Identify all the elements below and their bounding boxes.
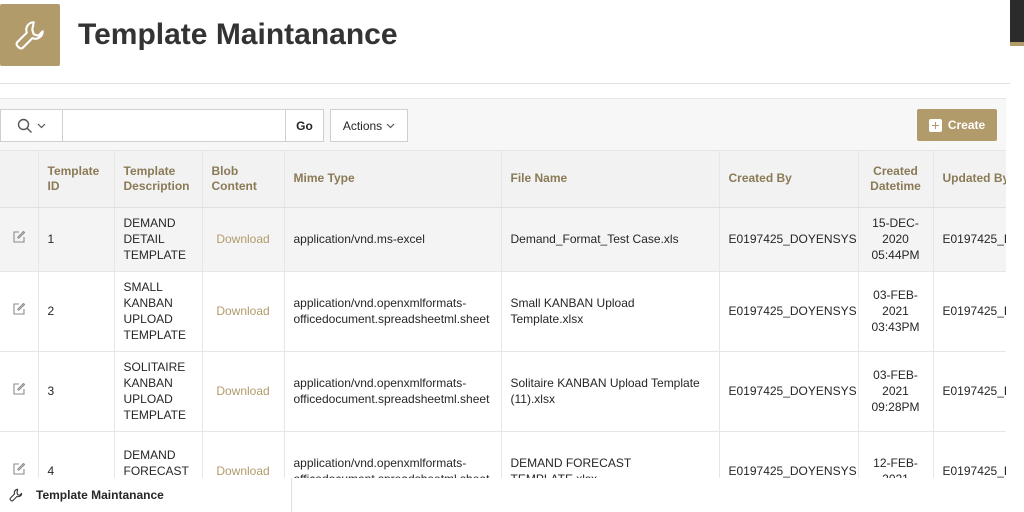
edit-link[interactable] — [0, 431, 39, 478]
download-link[interactable]: Download — [202, 431, 285, 478]
cell-file-name: DEMAND FORECAST TEMPLATE.xlsx — [501, 431, 720, 478]
cell-mime-type: application/vnd.ms-excel — [284, 207, 502, 272]
download-link[interactable]: Download — [202, 351, 285, 432]
cell-mime-type: application/vnd.openxmlformats-officedoc… — [284, 431, 502, 478]
cell-file-name: Small KANBAN Upload Template.xlsx — [501, 271, 720, 352]
search-icon — [17, 118, 32, 133]
column-header-created-datetime[interactable]: Created Datetime — [858, 151, 934, 208]
cell-updated-by: E0197425_DOYENSYS — [933, 351, 1006, 432]
cell-created-by: E0197425_DOYENSYS — [719, 351, 859, 432]
cell-created-by: E0197425_DOYENSYS — [719, 431, 859, 478]
column-header-file-name[interactable]: File Name — [501, 151, 720, 208]
plus-icon — [928, 118, 942, 132]
search-bar — [0, 109, 286, 142]
cell-template-description: DEMAND FORECAST TEMPLATE — [114, 431, 203, 478]
download-link[interactable]: Download — [202, 207, 285, 272]
edit-link[interactable] — [0, 271, 39, 352]
page-title: Template Maintanance — [78, 18, 398, 51]
edit-link[interactable] — [0, 351, 39, 432]
cell-template-id: 2 — [38, 271, 115, 352]
column-header-template-description[interactable]: Template Description — [114, 151, 203, 208]
table-row: 2 SMALL KANBAN UPLOAD TEMPLATE Download … — [0, 271, 1006, 352]
column-header-mime-type[interactable]: Mime Type — [284, 151, 502, 208]
cell-created-by: E0197425_DOYENSYS — [719, 271, 859, 352]
cell-updated-by: E0197425_DOYENSYS — [933, 207, 1006, 272]
edit-link[interactable] — [0, 207, 39, 272]
search-input[interactable] — [63, 110, 285, 141]
cell-template-description: DEMAND DETAIL TEMPLATE — [114, 207, 203, 272]
cell-template-description: SOLITAIRE KANBAN UPLOAD TEMPLATE — [114, 351, 203, 432]
search-column-menu[interactable] — [1, 110, 63, 141]
table-header-row: Template ID Template Description Blob Co… — [0, 151, 1006, 208]
report-table: Template ID Template Description Blob Co… — [0, 151, 1006, 478]
corner-badge — [1010, 0, 1024, 46]
column-header-blob-content[interactable]: Blob Content — [202, 151, 285, 208]
report-toolbar: Go Actions Create — [0, 99, 1006, 151]
column-header-created-by[interactable]: Created By — [719, 151, 859, 208]
cell-template-id: 4 — [38, 431, 115, 478]
create-button[interactable]: Create — [917, 109, 997, 141]
table-row: 4 DEMAND FORECAST TEMPLATE Download appl… — [0, 431, 1006, 478]
footer-bar: Template Maintanance — [0, 478, 1024, 512]
edit-icon — [13, 382, 26, 395]
cell-created-datetime: 12-FEB-2021 — [858, 431, 934, 478]
column-header-template-id[interactable]: Template ID — [38, 151, 115, 208]
cell-file-name: Solitaire KANBAN Upload Template (11).xl… — [501, 351, 720, 432]
chevron-down-icon — [386, 123, 395, 128]
edit-icon — [13, 302, 26, 315]
create-label: Create — [947, 118, 986, 132]
cell-created-datetime: 15-DEC-2020 05:44PM — [858, 207, 934, 272]
page-header: Template Maintanance — [0, 0, 1010, 84]
column-header-updated-by[interactable]: Updated By — [933, 151, 1006, 208]
cell-updated-by: E0197425_DOYENSYS — [933, 271, 1006, 352]
cell-created-by: E0197425_DOYENSYS — [719, 207, 859, 272]
cell-template-id: 3 — [38, 351, 115, 432]
wrench-icon — [0, 4, 60, 66]
cell-created-datetime: 03-FEB-2021 03:43PM — [858, 271, 934, 352]
edit-icon — [13, 230, 26, 243]
edit-icon — [13, 462, 26, 475]
cell-file-name: Demand_Format_Test Case.xls — [501, 207, 720, 272]
footer-nav-label: Template Maintanance — [36, 488, 164, 502]
footer-nav-item[interactable]: Template Maintanance — [0, 478, 292, 512]
table-row: 1 DEMAND DETAIL TEMPLATE Download applic… — [0, 207, 1006, 272]
report-region: Go Actions Create Template ID Template D… — [0, 98, 1006, 478]
cell-template-description: SMALL KANBAN UPLOAD TEMPLATE — [114, 271, 203, 352]
chevron-down-icon — [37, 123, 46, 128]
column-header-edit — [0, 151, 39, 208]
cell-mime-type: application/vnd.openxmlformats-officedoc… — [284, 351, 502, 432]
go-button[interactable]: Go — [286, 109, 324, 142]
cell-template-id: 1 — [38, 207, 115, 272]
cell-mime-type: application/vnd.openxmlformats-officedoc… — [284, 271, 502, 352]
cell-updated-by: E0197425_DOYENSYS — [933, 431, 1006, 478]
wrench-icon — [9, 488, 23, 502]
actions-menu-button[interactable]: Actions — [330, 109, 408, 142]
cell-created-datetime: 03-FEB-2021 09:28PM — [858, 351, 934, 432]
table-row: 3 SOLITAIRE KANBAN UPLOAD TEMPLATE Downl… — [0, 351, 1006, 432]
actions-label: Actions — [342, 118, 383, 133]
download-link[interactable]: Download — [202, 271, 285, 352]
